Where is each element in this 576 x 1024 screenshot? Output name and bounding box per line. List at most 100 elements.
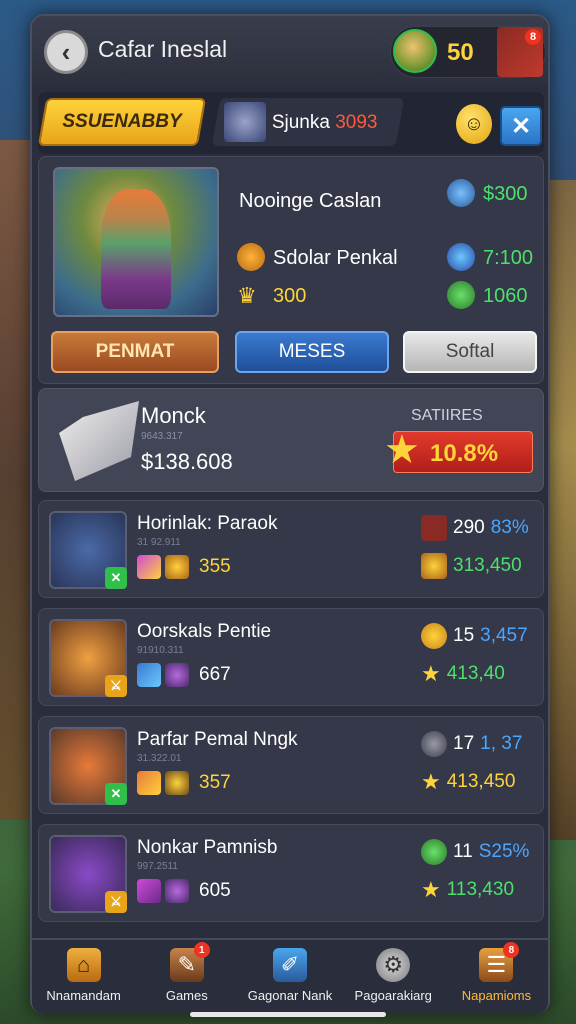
player-avatar-icon[interactable] (393, 29, 437, 73)
tab-ssuenabby[interactable]: SSUENABBY (37, 98, 207, 146)
hero-stat-crowns: 300 (273, 285, 307, 307)
class-tag-icon: ⚔ (105, 891, 127, 913)
item-name: Nonkar Pamnisb (137, 837, 278, 858)
item-sub: 997.2511 (137, 861, 178, 872)
nav-glyph: ✎ (177, 952, 197, 977)
background-right (548, 180, 576, 840)
nav-home[interactable]: ⌂ Nnamandam (32, 940, 135, 1014)
avatar-icon (447, 179, 475, 207)
gem-icon (137, 663, 161, 687)
home-indicator[interactable] (190, 1012, 386, 1017)
crown-icon: ♛ (237, 283, 257, 308)
page-title: Cafar Ineslal (98, 36, 228, 62)
penmat-button[interactable]: PENMAT (51, 331, 219, 373)
coin-icon (421, 553, 447, 579)
nav-label: Napamioms (461, 988, 532, 1003)
item-stat-bottom: 313,450 (421, 553, 522, 579)
item-stat-value: 413,40 (446, 663, 505, 684)
nav-gagonar[interactable]: ✐ Gagonar Nank (238, 940, 341, 1014)
softal-button[interactable]: Softal (403, 331, 537, 373)
gem-icon (165, 555, 189, 579)
home-icon: ⌂ (66, 948, 101, 982)
gem-icon (165, 879, 189, 903)
tab-label: Sjunka 3093 (272, 112, 378, 134)
list-item[interactable]: ✕ Horinlak: Paraok 31 92.911 355 290 83%… (38, 500, 544, 598)
class-tag-icon: ⚔ (105, 675, 127, 697)
star-icon: ★ (421, 769, 441, 794)
close-button[interactable]: ✕ (500, 106, 542, 146)
featured-sub: 9643.317 (141, 431, 183, 442)
item-stat-top: 11 S25% (421, 839, 529, 865)
gem-icon (165, 771, 189, 795)
hammer-icon: ✎ 1 (169, 942, 210, 982)
item-gems: 667 (137, 663, 231, 687)
meses-button[interactable]: MESES (235, 331, 389, 373)
star-icon: ★ (421, 877, 441, 902)
chest-icon[interactable]: 8 (497, 27, 543, 77)
nav-label: Nnamandam (46, 988, 121, 1003)
list-item[interactable]: ✕ Parfar Pemal Nngk 31.322.01 357 17 1, … (38, 716, 544, 814)
item-level: 605 (199, 880, 231, 901)
nav-label: Gagonar Nank (247, 988, 333, 1003)
item-stat-value: 313,450 (453, 555, 522, 576)
hero-avatar: ⚔ (49, 619, 127, 697)
hero-stat-label: Sdolar Penkal (273, 247, 398, 269)
gem-icon (165, 663, 189, 687)
tab-sjunka[interactable]: Sjunka 3093 (211, 98, 405, 146)
item-stat-bottom: ★ 413,450 (421, 769, 515, 795)
gem-icon (137, 879, 161, 903)
gem-icon (137, 771, 161, 795)
item-stat-value: 113,430 (446, 879, 515, 900)
item-stat-a: 11 (453, 841, 473, 862)
item-sub: 31 92.911 (137, 537, 181, 548)
hero-portrait[interactable] (53, 167, 219, 317)
warrior-figure (101, 189, 171, 309)
knight-avatar-icon (224, 102, 266, 142)
hero-avatar: ⚔ (49, 835, 127, 913)
featured-item[interactable]: Monck 9643.317 $138.608 SATIIRES ★ 10.8% (38, 388, 544, 492)
coin-icon (421, 623, 447, 649)
hero-stat-gems: 1060 (483, 285, 528, 307)
featured-name: Monck (141, 403, 206, 428)
tab-label-text: Sjunka (271, 112, 330, 133)
tab-label-number: 3093 (335, 112, 378, 133)
nav-pagoarakiarg[interactable]: ⚙ Pagoarakiarg (342, 940, 445, 1014)
gauntlet-icon (59, 401, 139, 481)
nav-glyph: ☰ (486, 952, 507, 977)
hero-stat-time: 7:100 (483, 247, 534, 269)
nav-napamioms[interactable]: ☰ 8 Napamioms (445, 940, 548, 1014)
clover-icon (421, 839, 447, 865)
item-level: 357 (199, 772, 231, 793)
item-gems: 605 (137, 879, 231, 903)
bottom-nav: ⌂ Nnamandam ✎ 1 Games ✐ Gagonar Nank ⚙ P… (32, 938, 548, 1014)
item-name: Horinlak: Paraok (137, 513, 278, 534)
menu-icon: ☰ 8 (479, 942, 520, 982)
class-tag-icon: ✕ (105, 567, 127, 589)
tab-bar: SSUENABBY Sjunka 3093 ☺ ✕ (37, 92, 544, 154)
nav-badge: 1 (193, 942, 210, 958)
class-tag-icon: ✕ (105, 783, 127, 805)
gear-icon: ⚙ (376, 948, 411, 982)
featured-label: SATIIRES (411, 407, 483, 424)
item-name: Parfar Pemal Nngk (137, 729, 298, 750)
item-stat-b: S25% (478, 841, 530, 862)
list-item[interactable]: ⚔ Nonkar Pamnisb 997.2511 605 11 S25% ★ … (38, 824, 544, 922)
quill-icon: ✐ (273, 948, 307, 982)
chest-badge: 8 (525, 29, 541, 45)
currency-display[interactable]: 50 8 (390, 26, 546, 78)
smiley-icon[interactable]: ☺ (456, 104, 492, 144)
nav-games[interactable]: ✎ 1 Games (135, 940, 238, 1014)
featured-price: $138.608 (141, 449, 233, 474)
hero-card: Nooinge Caslan $300 Sdolar Penkal 7:100 … (38, 156, 544, 384)
item-stat-a: 15 (453, 625, 475, 646)
nav-label: Pagoarakiarg (354, 988, 432, 1003)
back-button[interactable]: ‹ (44, 30, 88, 74)
item-stat-b: 83% (490, 517, 529, 538)
item-sub: 91910.311 (137, 645, 184, 656)
item-stat-b: 3,457 (480, 625, 528, 646)
item-stat-top: 15 3,457 (421, 623, 528, 649)
chevron-left-icon: ‹ (61, 36, 71, 67)
portrait-icon (421, 515, 447, 541)
item-stat-bottom: ★ 413,40 (421, 661, 505, 687)
list-item[interactable]: ⚔ Oorskals Pentie 91910.311 667 15 3,457… (38, 608, 544, 706)
